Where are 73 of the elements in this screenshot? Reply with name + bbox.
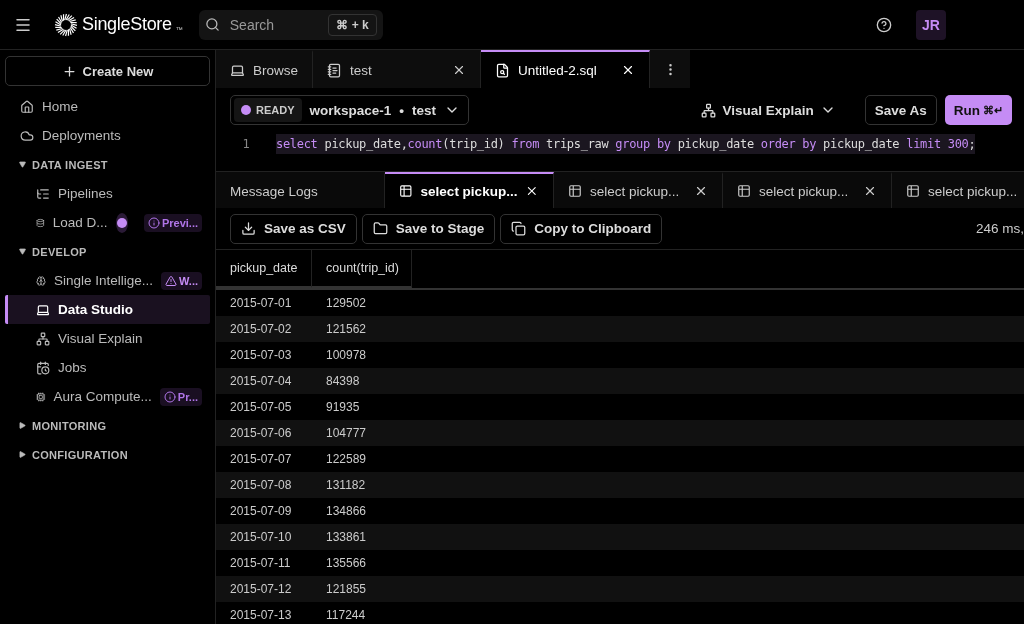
status-badge: READY (234, 98, 302, 122)
search-icon (204, 17, 220, 32)
file-tab[interactable]: Browse (216, 50, 313, 88)
sidebar-item[interactable]: Visual Explain (5, 324, 210, 353)
close-icon[interactable] (452, 63, 466, 77)
list-icon (36, 186, 50, 201)
preview-badge: W... (161, 271, 202, 290)
save-as-button[interactable]: Save As (864, 95, 937, 125)
result-tab[interactable]: select pickup... (723, 172, 892, 208)
sidebar-item[interactable]: Jobs (5, 353, 210, 382)
close-icon[interactable] (863, 184, 877, 198)
run-button[interactable]: Run ⌘↵ (944, 95, 1012, 125)
shortcut-hint: ⌘ + k (328, 13, 377, 36)
section-header[interactable]: MONITORING (5, 411, 210, 440)
line-number: 1 (241, 137, 251, 151)
result-tab[interactable]: select pickup... (892, 172, 1024, 208)
logo-icon (54, 12, 78, 37)
action-button[interactable]: Save as CSV (230, 213, 357, 244)
sidebar-item[interactable]: Home (5, 92, 210, 121)
download-icon (241, 221, 256, 236)
caret-icon (19, 161, 26, 168)
caret-icon (19, 248, 26, 255)
caret-icon (19, 451, 26, 458)
file-tab[interactable]: test (313, 50, 481, 88)
sidebar-item[interactable]: Load D... Previ... (5, 208, 210, 237)
folder-icon (372, 221, 388, 236)
cloud-icon (20, 128, 34, 143)
create-new-button[interactable]: Create New (5, 56, 210, 86)
sidebar-item[interactable]: Aura Compute... Pr... (5, 382, 210, 411)
sidebar-item[interactable]: Deployments (5, 121, 210, 150)
laptop-icon (230, 62, 245, 78)
search-input[interactable]: Search (227, 15, 321, 34)
help-icon[interactable] (876, 16, 892, 33)
search-field[interactable]: Search ⌘ + k (198, 9, 383, 40)
caret-icon (19, 422, 26, 429)
section-header[interactable]: DEVELOP (5, 237, 210, 266)
result-tab[interactable]: select pickup... (385, 172, 554, 208)
table-icon (737, 184, 751, 198)
copy-icon (511, 221, 527, 236)
home-icon (20, 99, 34, 114)
visual-explain-button[interactable]: Visual Explain (692, 95, 845, 125)
action-button[interactable]: Copy to Clipboard (500, 213, 663, 244)
close-icon[interactable] (694, 184, 708, 198)
plus-icon (61, 63, 77, 79)
hierarchy-icon (36, 331, 50, 346)
sidebar-item[interactable]: Data Studio (5, 295, 210, 324)
table-icon (399, 184, 413, 198)
table-icon (906, 184, 920, 198)
close-icon[interactable] (525, 184, 539, 198)
section-header[interactable]: CONFIGURATION (5, 440, 210, 469)
close-icon[interactable] (621, 63, 635, 77)
user-avatar[interactable]: JR (916, 9, 946, 40)
brain-icon (36, 273, 46, 288)
table-icon (568, 184, 582, 198)
section-header[interactable]: DATA INGEST (5, 150, 210, 179)
file-tab[interactable]: Untitled-2.sql (481, 50, 650, 88)
sidebar-item[interactable]: Single Intellige... W... (5, 266, 210, 295)
column-header[interactable]: count(trip_id) (312, 250, 412, 288)
column-header[interactable]: pickup_date (216, 250, 312, 288)
brand-name: SingleStore (82, 14, 172, 35)
result-tab[interactable]: select pickup... (554, 172, 723, 208)
laptop-icon (36, 302, 50, 317)
preview-badge: Previ... (143, 213, 202, 232)
calendar-icon (36, 360, 50, 375)
workspace-selector[interactable]: READY workspace-1 • test (230, 95, 470, 125)
chip-icon (36, 389, 46, 404)
hierarchy-icon (701, 102, 717, 118)
query-time: 246 ms, (975, 221, 1024, 236)
sidebar-item[interactable]: Pipelines (5, 179, 210, 208)
document-search-icon (495, 62, 510, 78)
preview-badge: Pr... (159, 387, 202, 406)
notebook-icon (327, 62, 342, 78)
action-button[interactable]: Save to Stage (361, 213, 496, 244)
